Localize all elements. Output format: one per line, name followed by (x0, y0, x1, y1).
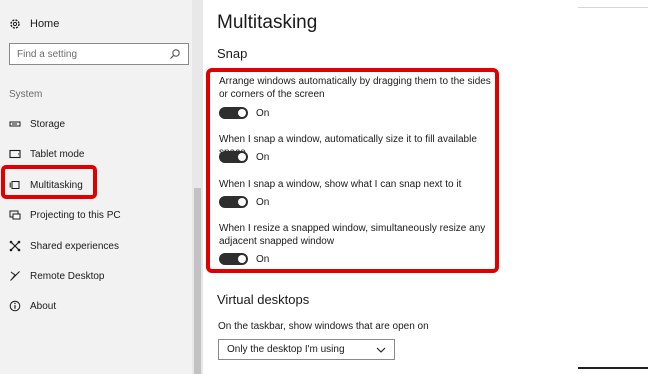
search-placeholder: Find a setting (17, 48, 78, 60)
gear-icon (9, 18, 21, 30)
projecting-icon (9, 209, 21, 221)
sidebar-item-storage[interactable]: Storage (9, 114, 65, 134)
remote-desktop-icon (9, 270, 21, 282)
highlight-box-snap (206, 68, 499, 273)
page-title: Multitasking (217, 12, 318, 33)
home-label: Home (30, 18, 60, 30)
sidebar-scrollbar-thumb[interactable] (194, 188, 201, 374)
sidebar-item-label: Storage (30, 118, 66, 130)
storage-icon (9, 118, 21, 130)
section-title-snap: Snap (217, 46, 248, 61)
divider-line (578, 7, 648, 8)
sidebar-item-label: Shared experiences (30, 240, 119, 252)
dropdown-value: Only the desktop I'm using (227, 344, 345, 355)
divider-line (578, 367, 648, 369)
sidebar-item-label: Projecting to this PC (30, 209, 121, 221)
tablet-mode-icon (9, 148, 21, 160)
taskbar-windows-label: On the taskbar, show windows that are op… (218, 321, 429, 332)
sidebar-item-tablet-mode[interactable]: Tablet mode (9, 144, 84, 164)
search-icon[interactable] (169, 48, 181, 60)
home-link[interactable]: Home (9, 14, 59, 34)
search-input[interactable]: Find a setting (9, 43, 189, 65)
group-label-system: System (9, 89, 43, 100)
sidebar-item-remote-desktop[interactable]: Remote Desktop (9, 266, 104, 286)
chevron-down-icon (376, 347, 386, 353)
sidebar-item-label: Remote Desktop (30, 270, 105, 282)
sidebar-item-projecting[interactable]: Projecting to this PC (9, 205, 121, 225)
about-icon (9, 300, 21, 312)
sidebar-item-about[interactable]: About (9, 296, 56, 316)
sidebar-item-label: Tablet mode (30, 148, 85, 160)
sidebar-item-label: About (30, 300, 57, 312)
shared-experiences-icon (9, 240, 21, 252)
highlight-box-sidebar (1, 165, 97, 199)
sidebar-item-shared-experiences[interactable]: Shared experiences (9, 236, 119, 256)
section-title-virtual-desktops: Virtual desktops (217, 292, 310, 307)
taskbar-windows-dropdown[interactable]: Only the desktop I'm using (218, 339, 395, 360)
